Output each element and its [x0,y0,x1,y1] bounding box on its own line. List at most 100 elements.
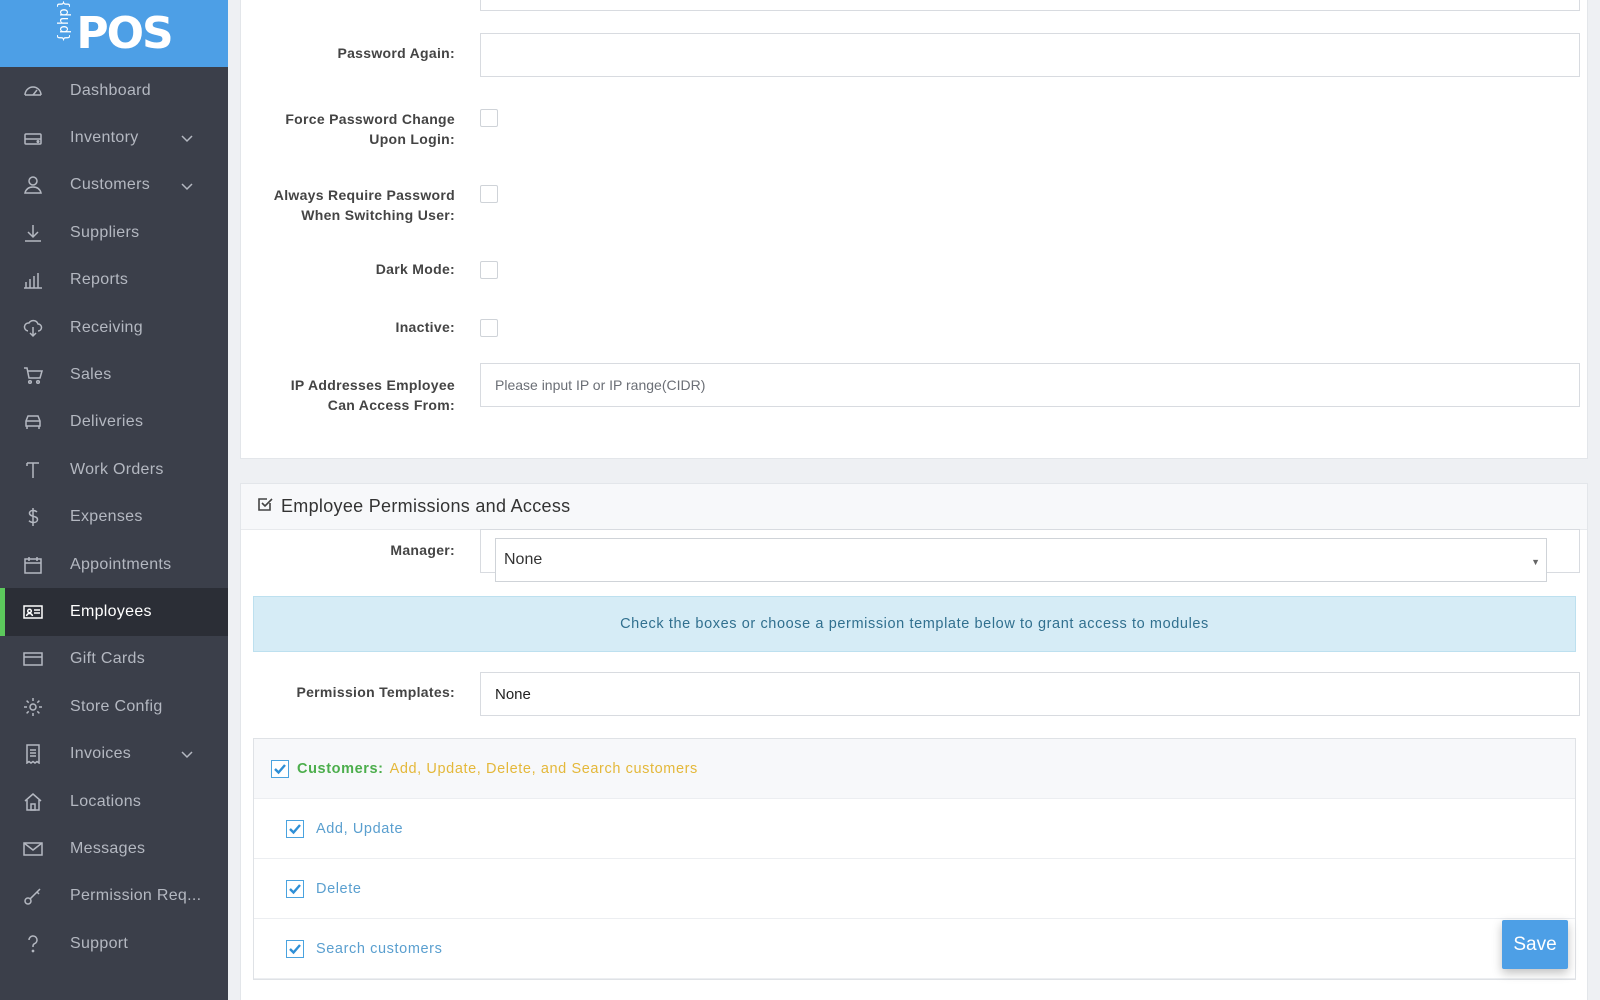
sidebar-item-label: Work Orders [70,460,164,478]
module-checkbox-customers[interactable] [271,759,289,778]
ip-address-input[interactable] [480,363,1580,407]
always-require-label: Always Require Password When Switching U… [245,185,455,225]
sidebar-item-locations[interactable]: Locations [0,778,228,825]
download-icon [22,222,44,244]
logo: {php} POS [56,0,173,59]
question-icon [22,933,44,955]
customer-icon [22,174,44,196]
sidebar-item-messages[interactable]: Messages [0,825,228,872]
action-checkbox-search[interactable] [286,939,304,958]
key-icon [22,885,44,907]
always-require-label-line2: When Switching User: [301,207,455,223]
permission-module-description: Add, Update, Delete, and Search customer… [389,760,698,777]
manager-select[interactable]: None ▼ [495,538,1547,582]
cart-icon [22,364,44,386]
sidebar-item-expenses[interactable]: Expenses [0,494,228,541]
sidebar-item-label: Receiving [70,318,143,336]
car-icon [22,411,44,433]
action-checkbox-delete[interactable] [286,879,304,898]
sidebar-item-label: Invoices [70,745,132,763]
sidebar-item-label: Dashboard [70,81,151,99]
home-icon [22,791,44,813]
cloud-download-icon [22,317,44,339]
sidebar-item-gift-cards[interactable]: Gift Cards [0,636,228,683]
sidebar-item-label: Reports [70,271,129,289]
always-require-checkbox[interactable] [480,185,498,203]
chevron-down-icon[interactable] [180,747,194,761]
sidebar-item-employees[interactable]: Employees [0,588,228,637]
dollar-icon [22,506,44,528]
force-password-checkbox[interactable] [480,109,498,127]
sidebar-item-store-config[interactable]: Store Config [0,683,228,730]
sidebar-item-invoices[interactable]: Invoices [0,730,228,777]
sidebar-item-label: Store Config [70,697,163,715]
chevron-down-icon[interactable] [180,179,194,193]
sidebar-item-permission-requests[interactable]: Permission Req... [0,873,228,920]
sidebar: {php} POS Dashboard Inventory Customers … [0,0,228,1000]
sidebar-item-label: Support [70,934,129,952]
chevron-down-icon[interactable] [180,131,194,145]
receipt-icon [22,743,44,765]
inactive-label: Inactive: [395,319,455,335]
sidebar-item-sales[interactable]: Sales [0,351,228,398]
ip-address-label-line2: Can Access From: [327,397,455,413]
logo-prefix: {php} [56,0,73,42]
permission-action-row: Delete [254,859,1575,919]
permission-module-header: Customers: Add, Update, Delete, and Sear… [254,739,1575,799]
sidebar-item-deliveries[interactable]: Deliveries [0,399,228,446]
sidebar-item-support[interactable]: Support [0,920,228,967]
permission-templates-select[interactable]: None [480,672,1580,716]
sidebar-item-receiving[interactable]: Receiving [0,304,228,351]
permission-action-row: Add, Update [254,799,1575,859]
sidebar-item-label: Deliveries [70,413,144,431]
sidebar-item-label: Customers [70,176,151,194]
sidebar-item-inventory[interactable]: Inventory [0,114,228,161]
inactive-checkbox[interactable] [480,319,498,337]
save-button[interactable]: Save [1502,920,1568,969]
permission-templates-label: Permission Templates: [296,684,455,700]
sidebar-item-label: Messages [70,839,146,857]
permissions-info-alert: Check the boxes or choose a permission t… [253,596,1576,652]
sidebar-item-work-orders[interactable]: Work Orders [0,446,228,493]
force-password-label: Force Password Change Upon Login: [245,109,455,149]
permission-action-label: Delete [316,880,362,897]
dark-mode-label: Dark Mode: [375,261,455,277]
password-again-label: Password Again: [337,45,455,61]
sidebar-item-appointments[interactable]: Appointments [0,541,228,588]
gear-icon [22,696,44,718]
manager-select-wrapper: None ▼ [480,529,1580,582]
sidebar-item-label: Employees [70,602,152,620]
permissions-section-header: Employee Permissions and Access [241,484,1587,530]
ip-address-label-line1: IP Addresses Employee [290,377,455,393]
action-checkbox-add-update[interactable] [286,819,304,838]
sidebar-item-label: Permission Req... [70,887,202,905]
tool-icon [22,459,44,481]
manager-label: Manager: [390,542,455,558]
permission-action-label: Add, Update [316,820,404,837]
password-field[interactable] [480,0,1580,11]
sidebar-item-suppliers[interactable]: Suppliers [0,209,228,256]
always-require-label-line1: Always Require Password [273,187,455,203]
sidebar-item-label: Inventory [70,129,139,147]
check-square-icon [257,496,273,517]
permissions-panel: Employee Permissions and Access Manager:… [240,483,1588,1000]
ip-address-label: IP Addresses Employee Can Access From: [245,375,455,415]
password-again-field[interactable] [480,33,1580,77]
permission-module-customers: Customers: Add, Update, Delete, and Sear… [253,738,1576,980]
calendar-icon [22,554,44,576]
sidebar-item-label: Expenses [70,508,143,526]
sidebar-item-label: Appointments [70,555,172,573]
dashboard-icon [22,80,44,102]
sidebar-item-reports[interactable]: Reports [0,257,228,304]
main-content: Password Again: Force Password Change Up… [228,0,1600,1000]
sidebar-item-label: Sales [70,366,112,384]
sidebar-nav: Dashboard Inventory Customers Suppliers … [0,67,228,967]
credit-card-icon [22,648,44,670]
sidebar-item-dashboard[interactable]: Dashboard [0,67,228,114]
logo-header[interactable]: {php} POS [0,0,228,67]
dark-mode-checkbox[interactable] [480,261,498,279]
sidebar-item-customers[interactable]: Customers [0,162,228,209]
sidebar-item-label: Gift Cards [70,650,146,668]
logo-text: POS [76,8,173,59]
force-password-label-line1: Force Password Change [285,111,455,127]
